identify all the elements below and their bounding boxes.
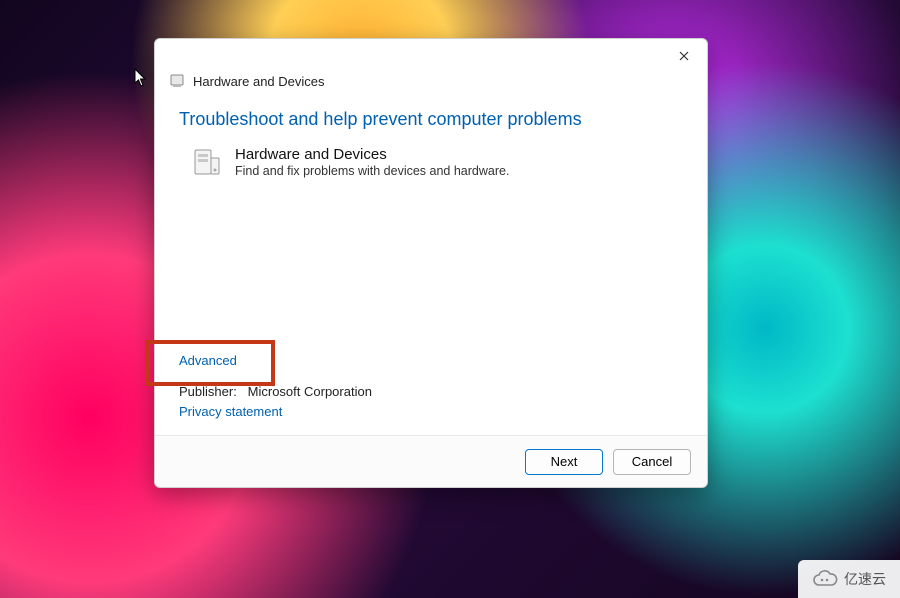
item-description: Find and fix problems with devices and h… <box>235 164 509 178</box>
watermark: 亿速云 <box>798 560 900 598</box>
watermark-text: 亿速云 <box>844 569 886 589</box>
publisher-value: Microsoft Corporation <box>248 384 372 399</box>
privacy-statement-link[interactable]: Privacy statement <box>179 404 282 419</box>
dialog-title: Hardware and Devices <box>193 74 325 89</box>
titlebar <box>155 39 707 73</box>
troubleshooter-item: Hardware and Devices Find and fix proble… <box>179 144 683 184</box>
troubleshooter-item-text: Hardware and Devices Find and fix proble… <box>235 146 509 178</box>
publisher-line: Publisher: Microsoft Corporation <box>179 384 683 399</box>
troubleshooter-dialog: Hardware and Devices Troubleshoot and he… <box>154 38 708 488</box>
cloud-icon <box>812 570 838 588</box>
hardware-devices-icon <box>193 146 221 178</box>
advanced-section: Advanced <box>155 352 683 370</box>
close-icon <box>679 51 689 61</box>
publisher-label: Publisher: <box>179 384 237 399</box>
advanced-link[interactable]: Advanced <box>179 353 237 368</box>
dialog-footer: Next Cancel <box>155 435 707 487</box>
hardware-icon <box>169 73 185 89</box>
cancel-button[interactable]: Cancel <box>613 449 691 475</box>
dialog-content: Troubleshoot and help prevent computer p… <box>155 93 707 435</box>
item-title: Hardware and Devices <box>235 146 509 163</box>
dialog-header: Hardware and Devices <box>155 73 707 93</box>
close-button[interactable] <box>663 41 705 71</box>
next-button[interactable]: Next <box>525 449 603 475</box>
section-heading: Troubleshoot and help prevent computer p… <box>179 109 683 130</box>
